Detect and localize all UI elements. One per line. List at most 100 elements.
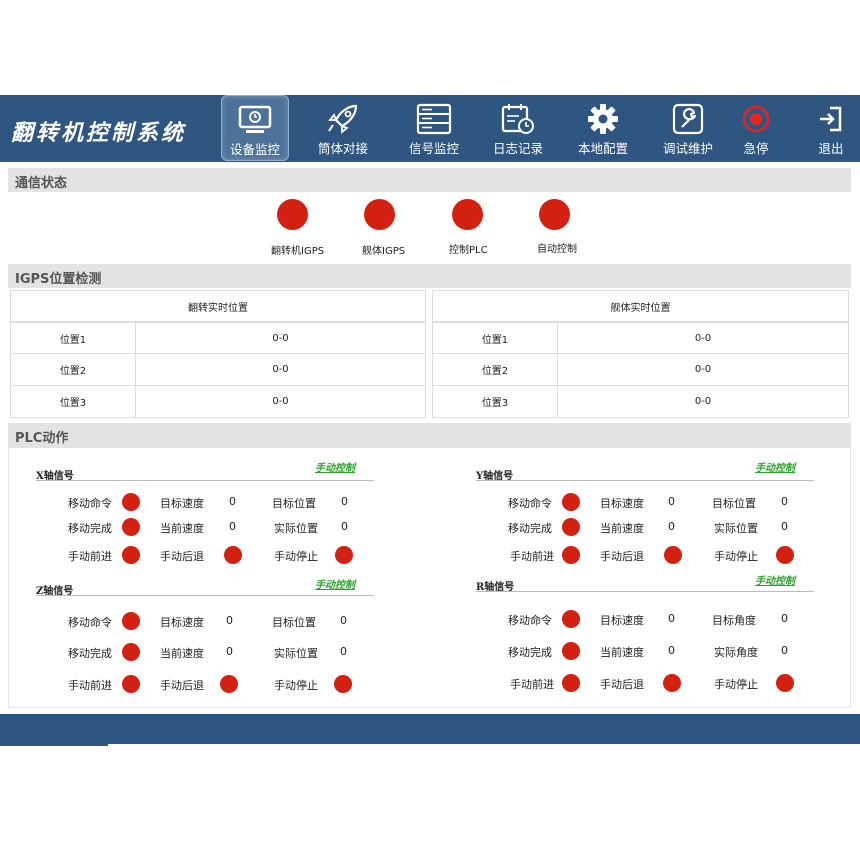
table-header: 翻转实时位置: [10, 290, 426, 322]
row-name: 位置1: [10, 322, 136, 354]
nav-label: 本地配置: [577, 141, 628, 156]
row-value: 0-0: [557, 322, 849, 354]
lamp-z-move-done: [122, 643, 140, 661]
label-target-angle: 目标角度: [712, 614, 756, 627]
label-current-speed: 当前速度: [160, 647, 204, 660]
nav-local-config[interactable]: 本地配置: [569, 95, 637, 162]
app-root: 翻转机控制系统 设备监控 筒体对接 信号监控 日志记录 本地配置 调试维护 急停…: [0, 0, 860, 860]
lamp-y-move-cmd: [562, 493, 580, 511]
calendar-icon: [500, 103, 536, 135]
lamp-r-manual-stop[interactable]: [776, 674, 794, 692]
label-move-cmd: 移动命令: [68, 497, 112, 510]
value-x-actual-pos: 0: [341, 520, 348, 533]
label-manual-back: 手动后退: [600, 678, 644, 691]
manual-control-link-x[interactable]: 手动控制: [315, 459, 355, 474]
row-value: 0-0: [135, 353, 426, 386]
value-z-target-speed: 0: [226, 614, 233, 627]
label-manual-forward: 手动前进: [510, 550, 554, 563]
divider: [476, 480, 814, 481]
label-manual-forward: 手动前进: [510, 678, 554, 691]
igps-section-header: IGPS位置检测: [8, 264, 851, 288]
lamp-z-manual-forward[interactable]: [122, 675, 140, 693]
label-target-pos: 目标位置: [272, 497, 316, 510]
igps-section-title: IGPS位置检测: [15, 272, 102, 287]
lamp-y-manual-stop[interactable]: [776, 546, 794, 564]
app-title: 翻转机控制系统: [11, 120, 187, 146]
lamp-y-manual-forward[interactable]: [562, 546, 580, 564]
label-move-done: 移动完成: [508, 646, 552, 659]
label-target-pos: 目标位置: [712, 497, 756, 510]
row-name: 位置3: [10, 385, 136, 418]
row-value: 0-0: [557, 353, 849, 386]
manual-control-link-z[interactable]: 手动控制: [315, 576, 355, 591]
label-target-speed: 目标速度: [160, 616, 204, 629]
value-y-target-pos: 0: [781, 495, 788, 508]
top-nav-bar: 翻转机控制系统 设备监控 筒体对接 信号监控 日志记录 本地配置 调试维护 急停…: [0, 95, 860, 162]
nav-signal-monitor[interactable]: 信号监控: [400, 95, 468, 162]
row-value: 0-0: [557, 385, 849, 418]
server-icon: [416, 103, 452, 135]
comm-section-title: 通信状态: [15, 176, 68, 191]
label-actual-angle: 实际角度: [714, 646, 758, 659]
status-label: 控制PLC: [449, 245, 488, 256]
label-manual-back: 手动后退: [600, 550, 644, 563]
manual-control-link-y[interactable]: 手动控制: [755, 459, 795, 474]
nav-docking[interactable]: 筒体对接: [309, 95, 377, 162]
label-move-cmd: 移动命令: [508, 614, 552, 627]
nav-label: 急停: [743, 141, 769, 156]
status-lamp-flip-igps: [277, 199, 308, 230]
lamp-x-manual-stop[interactable]: [335, 546, 353, 564]
value-x-target-speed: 0: [229, 495, 236, 508]
label-move-cmd: 移动命令: [68, 616, 112, 629]
gear-icon: [585, 103, 621, 135]
value-x-target-pos: 0: [341, 495, 348, 508]
nav-emergency-stop[interactable]: 急停: [722, 95, 790, 162]
lamp-y-manual-back[interactable]: [664, 546, 682, 564]
value-x-current-speed: 0: [229, 520, 236, 533]
row-value: 0-0: [135, 385, 426, 418]
lamp-x-manual-forward[interactable]: [122, 546, 140, 564]
footer-bar: [0, 714, 860, 744]
label-move-done: 移动完成: [68, 522, 112, 535]
nav-debug-maintenance[interactable]: 调试维护: [654, 95, 722, 162]
nav-device-monitor[interactable]: 设备监控: [221, 95, 289, 161]
label-manual-stop: 手动停止: [274, 550, 318, 563]
value-z-target-pos: 0: [340, 614, 347, 627]
label-move-done: 移动完成: [508, 522, 552, 535]
lamp-r-move-cmd: [562, 610, 580, 628]
lamp-r-manual-forward[interactable]: [562, 674, 580, 692]
label-current-speed: 当前速度: [600, 646, 644, 659]
lamp-r-manual-back[interactable]: [663, 674, 681, 692]
row-name: 位置3: [432, 385, 558, 418]
rocket-icon: [325, 103, 361, 135]
divider: [36, 595, 374, 596]
manual-control-link-r[interactable]: 手动控制: [755, 572, 795, 587]
status-label: 舰体IGPS: [362, 246, 406, 257]
plc-section-title: PLC动作: [15, 431, 69, 446]
label-target-speed: 目标速度: [600, 497, 644, 510]
lamp-x-manual-back[interactable]: [224, 546, 242, 564]
label-target-speed: 目标速度: [600, 614, 644, 627]
status-lamp-control-plc: [452, 199, 483, 230]
nav-exit[interactable]: 退出: [797, 95, 860, 162]
nav-label: 信号监控: [408, 141, 459, 156]
table-header: 舰体实时位置: [432, 290, 849, 322]
lamp-z-manual-back[interactable]: [220, 675, 238, 693]
row-name: 位置1: [432, 322, 558, 354]
lamp-z-move-cmd: [122, 612, 140, 630]
value-r-target-angle: 0: [781, 612, 788, 625]
stop-icon: [738, 103, 774, 135]
lamp-x-move-cmd: [122, 493, 140, 511]
label-manual-back: 手动后退: [160, 550, 204, 563]
nav-log[interactable]: 日志记录: [484, 95, 552, 162]
row-value: 0-0: [135, 322, 426, 354]
label-target-pos: 目标位置: [272, 616, 316, 629]
wrench-icon: [670, 103, 706, 135]
footer-accent: [0, 744, 108, 746]
status-label: 自动控制: [537, 244, 577, 255]
label-manual-stop: 手动停止: [714, 550, 758, 563]
monitor-icon: [237, 104, 273, 136]
row-name: 位置2: [10, 353, 136, 386]
lamp-z-manual-stop[interactable]: [334, 675, 352, 693]
label-move-cmd: 移动命令: [508, 497, 552, 510]
